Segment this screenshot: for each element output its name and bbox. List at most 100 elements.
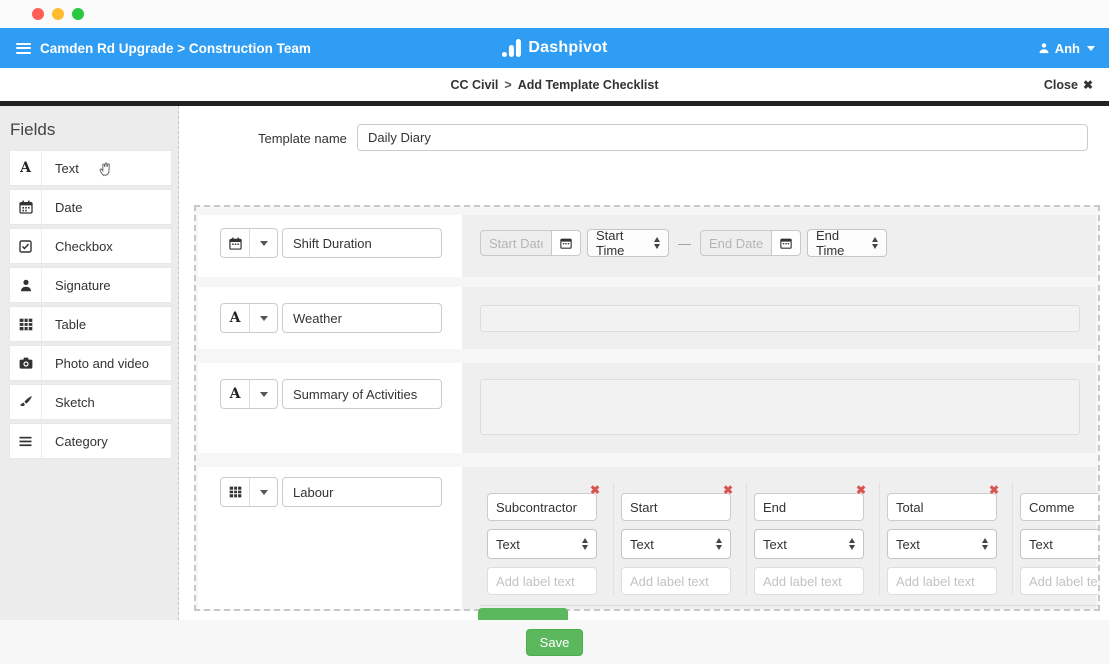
template-name-input[interactable] [357, 124, 1088, 151]
column-label-input[interactable] [887, 567, 997, 595]
textarea-preview[interactable] [480, 379, 1080, 435]
field-row-shift-duration: Start Time — End Time [198, 215, 1096, 277]
traffic-light-close-button[interactable] [32, 8, 44, 20]
text-field-preview-input[interactable] [480, 305, 1080, 332]
field-editor: A [198, 363, 462, 453]
sidebar-item-date[interactable]: Date [9, 189, 172, 225]
table-column-subcontractor: ✖ Text [480, 483, 613, 595]
column-label-input[interactable] [487, 567, 597, 595]
drag-hand-cursor-icon [98, 160, 114, 177]
field-name-input[interactable] [282, 379, 442, 409]
field-type-dropdown-button[interactable] [249, 229, 277, 257]
chevron-down-icon [260, 392, 268, 397]
column-type-select[interactable]: Text [1020, 529, 1100, 559]
modal-header: CC Civil > Add Template Checklist Close … [0, 68, 1109, 101]
column-header-input[interactable] [1020, 493, 1100, 521]
table-column-comments: ✖ Text [1012, 483, 1100, 595]
end-time-select[interactable]: End Time [807, 229, 887, 257]
sidebar-item-checkbox[interactable]: Checkbox [9, 228, 172, 264]
sidebar-item-sketch[interactable]: Sketch [9, 384, 172, 420]
sidebar-item-category[interactable]: Category [9, 423, 172, 459]
project-breadcrumb[interactable]: Camden Rd Upgrade > Construction Team [0, 41, 311, 56]
start-date-input[interactable] [480, 230, 552, 256]
end-date-calendar-button[interactable] [772, 230, 801, 256]
table-column-start: ✖ Text [613, 483, 746, 595]
column-header-input[interactable] [621, 493, 731, 521]
sidebar-item-text[interactable]: A Text [9, 150, 172, 186]
calendar-icon [780, 237, 792, 249]
close-label: Close [1044, 78, 1078, 92]
sidebar-item-signature[interactable]: Signature [9, 267, 172, 303]
field-type-dropdown-button[interactable] [249, 304, 277, 332]
end-date-input[interactable] [700, 230, 772, 256]
checkbox-icon [10, 229, 42, 263]
start-date-calendar-button[interactable] [552, 230, 581, 256]
field-type-group [220, 477, 278, 507]
column-type-select[interactable]: Text [487, 529, 597, 559]
calendar-icon [10, 190, 42, 224]
field-type-button[interactable] [221, 229, 249, 257]
project-breadcrumb-label: Camden Rd Upgrade > Construction Team [40, 41, 311, 56]
table-column-end: ✖ Text [746, 483, 879, 595]
field-editor: A [198, 287, 462, 349]
brand-name: Dashpivot [528, 39, 607, 57]
chevron-down-icon [1087, 46, 1095, 51]
stepper-icon [872, 237, 878, 249]
sidebar-item-table[interactable]: Table [9, 306, 172, 342]
field-type-group [220, 228, 278, 258]
user-menu[interactable]: Anh [1038, 41, 1095, 56]
save-button[interactable]: Save [526, 629, 584, 656]
field-row-summary-of-activities: A [198, 363, 1096, 453]
sidebar-item-photo-and-video[interactable]: Photo and video [9, 345, 172, 381]
field-row-weather: A [198, 287, 1096, 349]
delete-column-button[interactable]: ✖ [723, 483, 733, 497]
time-range-separator: — [678, 236, 691, 251]
column-header-input[interactable] [887, 493, 997, 521]
camera-icon [10, 346, 42, 380]
field-preview: ✖ Text ✖ Text [480, 467, 1096, 611]
add-row-button[interactable] [478, 608, 568, 620]
table-column-total: ✖ Text [879, 483, 1012, 595]
close-button[interactable]: Close ✖ [1044, 78, 1093, 92]
text-icon: A [10, 151, 42, 185]
column-label-input[interactable] [1020, 567, 1100, 595]
column-header-input[interactable] [487, 493, 597, 521]
column-label-input[interactable] [621, 567, 731, 595]
hamburger-menu-icon[interactable] [16, 43, 31, 54]
field-type-dropdown-button[interactable] [249, 380, 277, 408]
column-type-select[interactable]: Text [754, 529, 864, 559]
window-titlebar [0, 0, 1109, 28]
chevron-down-icon [260, 241, 268, 246]
fields-sidebar: Fields A Text Date Checkbox [0, 106, 179, 620]
field-type-dropdown-button[interactable] [249, 478, 277, 506]
traffic-light-minimize-button[interactable] [52, 8, 64, 20]
field-type-button[interactable] [221, 478, 249, 506]
field-name-input[interactable] [282, 303, 442, 333]
calendar-icon [560, 237, 572, 249]
brush-icon [10, 385, 42, 419]
signature-icon [10, 268, 42, 302]
delete-column-button[interactable]: ✖ [856, 483, 866, 497]
field-type-button[interactable]: A [221, 304, 249, 332]
table-columns: ✖ Text ✖ Text [480, 483, 1100, 606]
brand-logo: Dashpivot [501, 39, 607, 57]
column-type-select[interactable]: Text [621, 529, 731, 559]
stepper-icon [849, 538, 855, 550]
footer-bar: Save [0, 620, 1109, 664]
user-icon [1038, 42, 1050, 54]
breadcrumb-separator: > [504, 78, 511, 92]
delete-column-button[interactable]: ✖ [989, 483, 999, 497]
field-name-input[interactable] [282, 477, 442, 507]
top-navbar: Camden Rd Upgrade > Construction Team Da… [0, 28, 1109, 68]
field-name-input[interactable] [282, 228, 442, 258]
column-header-input[interactable] [754, 493, 864, 521]
stepper-icon [654, 237, 660, 249]
stepper-icon [582, 538, 588, 550]
column-type-select[interactable]: Text [887, 529, 997, 559]
delete-column-button[interactable]: ✖ [590, 483, 600, 497]
traffic-light-zoom-button[interactable] [72, 8, 84, 20]
field-type-button[interactable]: A [221, 380, 249, 408]
start-time-select[interactable]: Start Time [587, 229, 669, 257]
field-list: A Text Date Checkbox [0, 150, 178, 459]
column-label-input[interactable] [754, 567, 864, 595]
